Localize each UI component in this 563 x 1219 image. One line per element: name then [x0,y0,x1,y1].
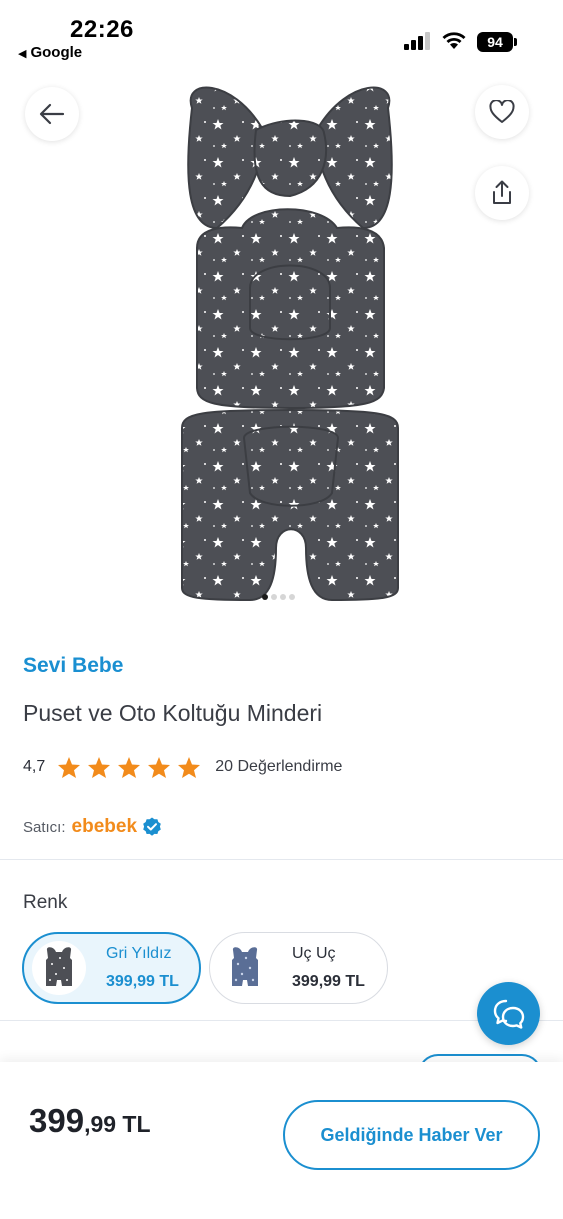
status-time: 22:26 [70,16,134,43]
variant-thumbnail [32,941,86,995]
variant-thumbnail [218,941,272,995]
product-gallery[interactable] [0,70,563,610]
product-price: 399,99 TL [29,1102,151,1140]
product-image [181,86,399,602]
chat-bubbles-icon [493,999,524,1029]
favorite-button[interactable] [475,85,529,139]
battery-indicator: 94 [477,32,517,52]
star-icon [148,756,171,778]
gallery-dot-active[interactable] [262,594,268,600]
product-title: Puset ve Oto Koltuğu Minderi [23,700,323,726]
star-rating [57,756,201,779]
gallery-dot[interactable] [271,594,277,600]
review-count: 20 Değerlendirme [215,758,343,775]
gallery-dot[interactable] [280,594,286,600]
cellular-signal-icon [404,32,430,50]
brand-link[interactable]: Sevi Bebe [23,654,123,678]
arrow-left-icon [39,103,65,125]
back-to-app-link[interactable]: ◀ Google [18,44,82,61]
gallery-dot[interactable] [289,594,295,600]
chat-button[interactable] [477,982,540,1045]
variant-name: Uç Uç [292,945,336,962]
divider [0,859,563,860]
status-bar: 22:26 ◀ Google 94 [0,0,563,70]
back-app-label: Google [30,44,83,61]
notify-when-available-button[interactable]: Geldiğinde Haber Ver [283,1100,540,1170]
price-integer: 399 [29,1102,85,1139]
variant-name: Gri Yıldız [106,945,172,962]
wifi-icon [442,32,466,49]
back-button[interactable] [25,87,79,141]
variant-option-uc-uc[interactable]: Uç Uç 399,99 TL [209,932,388,1004]
variant-option-gri-yildiz[interactable]: Gri Yıldız 399,99 TL [22,932,201,1004]
seller-row[interactable]: Satıcı: ebebek [23,816,162,838]
heart-icon [489,100,515,123]
variant-price: 399,99 TL [292,973,365,990]
seller-name[interactable]: ebebek [72,816,137,838]
rating-value: 4,7 [23,758,46,775]
bottom-purchase-bar: 399,99 TL Geldiğinde Haber Ver [0,1062,563,1219]
share-icon [493,180,511,204]
star-icon [118,756,141,778]
seller-label: Satıcı: [23,818,66,836]
share-button[interactable] [475,166,529,220]
rating-row[interactable]: 4,7 20 Değerlendirme [23,754,342,780]
color-section-title: Renk [23,892,68,913]
variant-price: 399,99 TL [106,973,179,990]
star-icon [178,756,201,778]
star-icon [58,756,81,778]
gallery-pagination [262,594,295,600]
back-triangle-icon: ◀ [18,48,27,60]
star-icon [88,756,111,778]
price-decimal: ,99 TL [84,1111,151,1137]
verified-badge-icon [143,817,161,836]
